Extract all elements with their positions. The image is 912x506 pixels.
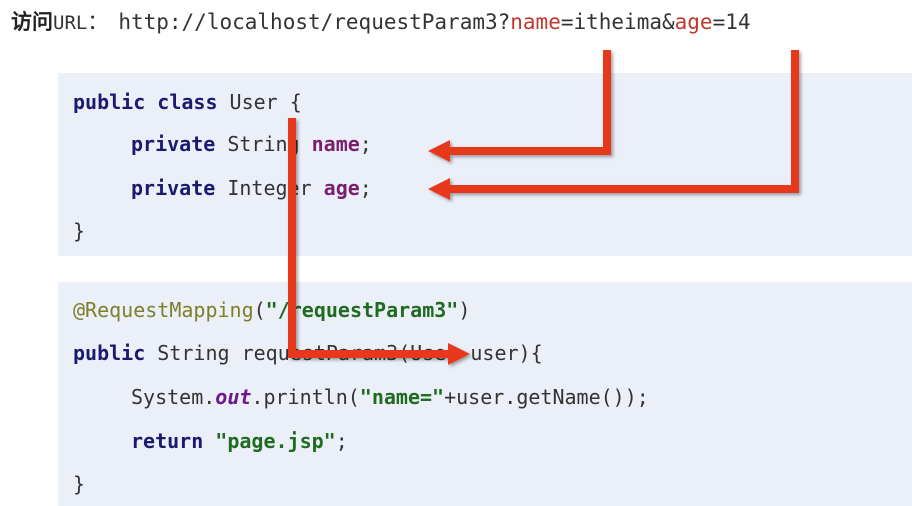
- arrow-age-head: [428, 178, 450, 200]
- arrow-user-head: [448, 343, 470, 365]
- arrow-age-param: [446, 50, 799, 193]
- arrow-name-param: [446, 50, 611, 155]
- arrow-user-param: [288, 118, 448, 358]
- arrow-name-head: [428, 140, 450, 162]
- mapping-arrows: [288, 50, 799, 365]
